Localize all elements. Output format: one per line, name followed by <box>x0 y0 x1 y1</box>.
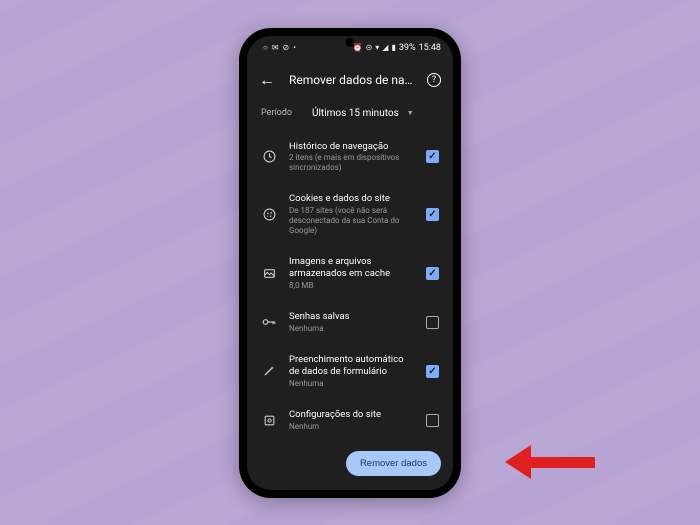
item-title: Configurações do site <box>289 409 414 421</box>
clock-icon <box>261 150 277 163</box>
image-icon <box>261 267 277 280</box>
item-title: Cookies e dados do site <box>289 193 414 205</box>
battery-icon: ▮ <box>391 43 395 52</box>
item-title: Histórico de navegação <box>289 141 414 153</box>
period-label: Período <box>261 108 292 118</box>
help-icon[interactable]: ? <box>427 73 441 87</box>
mail-icon: ✉ <box>272 43 279 52</box>
item-title: Preenchimento automático de dados de for… <box>289 354 414 378</box>
signal-icon: ◢ <box>382 43 388 52</box>
clock-text: 15:48 <box>419 43 441 53</box>
checkbox[interactable] <box>426 150 439 163</box>
dnd-icon: ⊝ <box>366 43 373 52</box>
checkbox[interactable] <box>426 316 439 329</box>
app-header: ← Remover dados de na... ? <box>247 60 453 100</box>
checkbox[interactable] <box>426 414 439 427</box>
action-bar: Remover dados <box>247 441 453 490</box>
item-subtitle: Nenhuma <box>289 324 414 334</box>
period-dropdown[interactable]: Últimos 15 minutos ▼ <box>312 108 439 119</box>
item-subtitle: De 187 sites (você não será desconectado… <box>289 206 414 236</box>
screen: ○ ✉ ⊘ • ⏰ ⊝ ▾ ◢ ▮ 39% 15:48 ← Remover da… <box>247 36 453 490</box>
item-subtitle: 2 itens (e mais em dispositivos sincroni… <box>289 153 414 173</box>
settings-box-icon <box>261 414 277 427</box>
list-item[interactable]: Imagens e arquivos armazenados em cache … <box>247 246 453 301</box>
checkbox[interactable] <box>426 365 439 378</box>
cookie-icon <box>261 208 277 221</box>
alarm-icon: ⏰ <box>353 43 363 52</box>
key-icon <box>261 317 277 327</box>
period-selector[interactable]: Período Últimos 15 minutos ▼ <box>247 100 453 131</box>
block-icon: ⊘ <box>283 43 290 52</box>
period-value-text: Últimos 15 minutos <box>312 108 399 119</box>
phone-frame: ○ ✉ ⊘ • ⏰ ⊝ ▾ ◢ ▮ 39% 15:48 ← Remover da… <box>239 28 461 498</box>
battery-text: 39% <box>399 43 416 53</box>
wifi-icon: ▾ <box>375 43 379 52</box>
whatsapp-icon: ○ <box>263 43 268 52</box>
item-title: Senhas salvas <box>289 311 414 323</box>
checkbox[interactable] <box>426 267 439 280</box>
remove-data-button[interactable]: Remover dados <box>346 451 441 476</box>
annotation-arrow <box>505 447 595 477</box>
checkbox[interactable] <box>426 208 439 221</box>
pencil-icon <box>261 365 277 377</box>
items-list: Histórico de navegação 2 itens (e mais e… <box>247 131 453 441</box>
dot-icon: • <box>293 43 296 52</box>
list-item[interactable]: Configurações do site Nenhum <box>247 399 453 441</box>
list-item[interactable]: Preenchimento automático de dados de for… <box>247 344 453 399</box>
item-subtitle: Nenhum <box>289 422 414 432</box>
item-subtitle: Nenhuma <box>289 379 414 389</box>
page-title: Remover dados de na... <box>289 73 413 87</box>
list-item[interactable]: Cookies e dados do site De 187 sites (vo… <box>247 183 453 246</box>
list-item[interactable]: Senhas salvas Nenhuma <box>247 301 453 344</box>
camera-cutout <box>346 38 355 47</box>
back-icon[interactable]: ← <box>259 70 275 90</box>
item-subtitle: 8,0 MB <box>289 281 414 291</box>
item-title: Imagens e arquivos armazenados em cache <box>289 256 414 280</box>
chevron-down-icon: ▼ <box>407 109 414 117</box>
list-item[interactable]: Histórico de navegação 2 itens (e mais e… <box>247 131 453 184</box>
